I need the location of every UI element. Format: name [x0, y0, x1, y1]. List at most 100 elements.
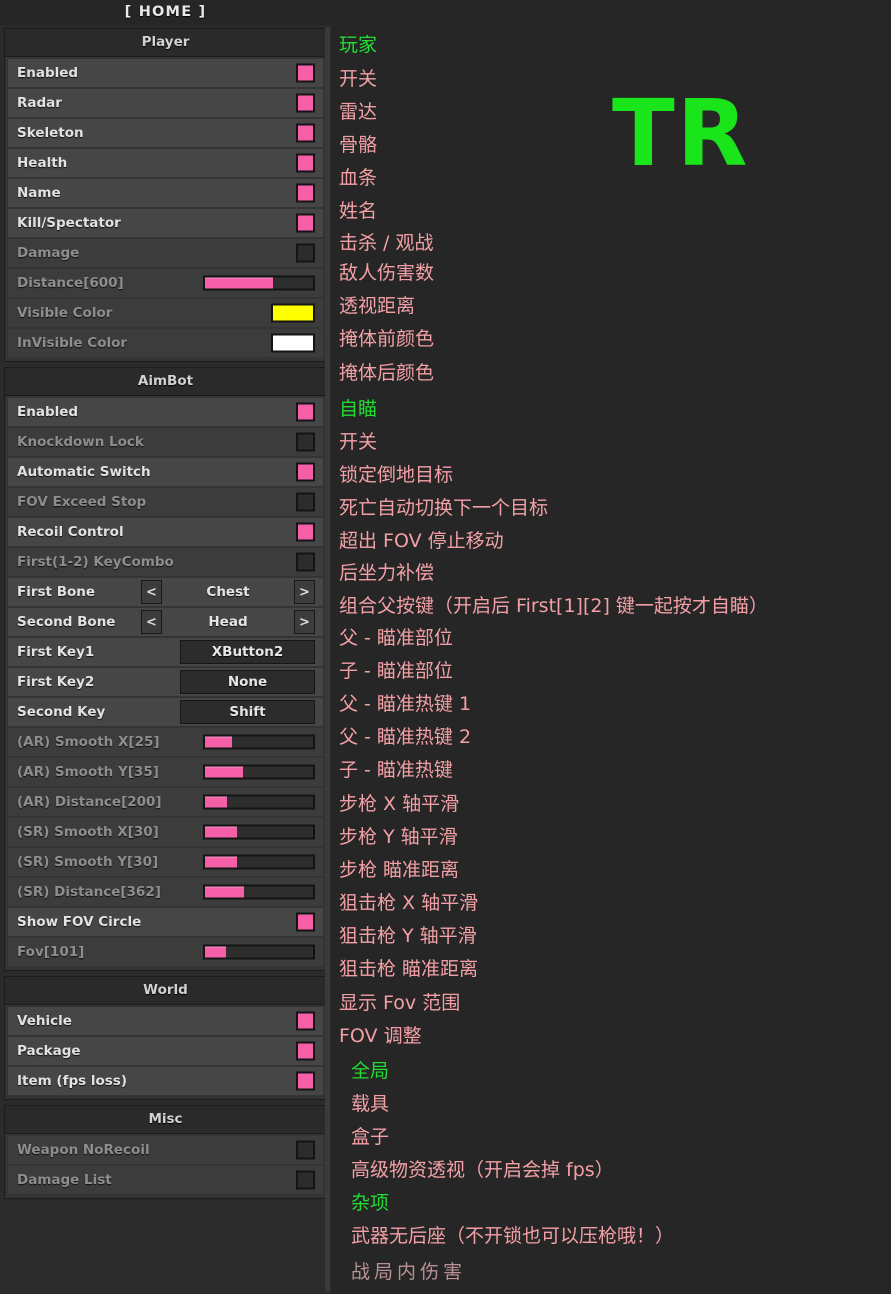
row-label: Package	[17, 1043, 81, 1059]
row-fov-exceed-stop[interactable]: FOV Exceed Stop	[8, 488, 323, 516]
slider-ar-smooth-y-35[interactable]	[203, 764, 315, 780]
checkbox-knockdown-lock[interactable]	[296, 432, 315, 452]
slider-sr-smooth-x-30[interactable]	[203, 824, 315, 840]
checkbox-weapon-norecoil[interactable]	[296, 1140, 315, 1160]
annotation-label: 敌人伤害数	[339, 262, 435, 284]
slider-sr-distance-362[interactable]	[203, 884, 315, 900]
slider-fov-101[interactable]	[203, 944, 315, 960]
checkbox-item-fps-loss[interactable]	[296, 1071, 315, 1091]
row-ar-smooth-y-35[interactable]: (AR) Smooth Y[35]	[8, 758, 323, 786]
row-damage[interactable]: Damage	[8, 239, 323, 267]
keybind-button-second-key[interactable]: Shift	[180, 700, 315, 724]
row-package[interactable]: Package	[8, 1037, 323, 1065]
checkbox-radar[interactable]	[296, 93, 315, 113]
row-sr-smooth-y-30[interactable]: (SR) Smooth Y[30]	[8, 848, 323, 876]
row-item-fps-loss[interactable]: Item (fps loss)	[8, 1067, 323, 1095]
row-radar[interactable]: Radar	[8, 89, 323, 117]
row-ar-distance-200[interactable]: (AR) Distance[200]	[8, 788, 323, 816]
group-header-misc: Misc	[5, 1106, 326, 1134]
group-rows: Weapon NoRecoil Damage List	[5, 1134, 326, 1198]
row-health[interactable]: Health	[8, 149, 323, 177]
checkbox-show-fov-circle[interactable]	[296, 912, 315, 932]
chevron-right-icon[interactable]: >	[294, 610, 315, 634]
row-second-key[interactable]: Second Key Shift	[8, 698, 323, 726]
checkbox-kill-spectator[interactable]	[296, 213, 315, 233]
group-aimbot: AimBot Enabled Knockdown Lock Automatic Swi…	[4, 367, 327, 971]
row-fov-101[interactable]: Fov[101]	[8, 938, 323, 966]
annotation-label: 高级物资透视（开启会掉 fps）	[351, 1159, 614, 1181]
checkbox-enabled[interactable]	[296, 402, 315, 422]
annotation-label: 父 - 瞄准部位	[339, 627, 453, 649]
row-first-bone[interactable]: First Bone < Chest >	[8, 578, 323, 606]
checkbox-name[interactable]	[296, 183, 315, 203]
keybind-button-first-key1[interactable]: XButton2	[180, 640, 315, 664]
row-label: First Key2	[17, 674, 95, 690]
annotation-section-heading: 玩家	[339, 34, 378, 56]
row-label: Recoil Control	[17, 524, 124, 540]
checkbox-damage-list[interactable]	[296, 1170, 315, 1190]
row-label: Item (fps loss)	[17, 1073, 127, 1089]
row-damage-list[interactable]: Damage List	[8, 1166, 323, 1194]
row-enabled[interactable]: Enabled	[8, 398, 323, 426]
checkbox-recoil-control[interactable]	[296, 522, 315, 542]
annotation-section-heading: 杂项	[351, 1192, 390, 1214]
menu-title: [ HOME ]	[0, 0, 331, 25]
row-sr-smooth-x-30[interactable]: (SR) Smooth X[30]	[8, 818, 323, 846]
group-rows: Enabled Radar Skeleton Health Name Kill/Spect…	[5, 57, 326, 361]
row-recoil-control[interactable]: Recoil Control	[8, 518, 323, 546]
row-weapon-norecoil[interactable]: Weapon NoRecoil	[8, 1136, 323, 1164]
row-label: (SR) Smooth Y[30]	[17, 854, 159, 870]
keybind-button-first-key2[interactable]: None	[180, 670, 315, 694]
row-first-1-2-keycombo[interactable]: First(1-2) KeyCombo	[8, 548, 323, 576]
checkbox-fov-exceed-stop[interactable]	[296, 492, 315, 512]
row-first-key1[interactable]: First Key1 XButton2	[8, 638, 323, 666]
row-show-fov-circle[interactable]: Show FOV Circle	[8, 908, 323, 936]
chevron-left-icon[interactable]: <	[141, 610, 162, 634]
color-swatch-visible-color[interactable]	[271, 303, 315, 323]
color-swatch-invisible-color[interactable]	[271, 333, 315, 353]
row-enabled[interactable]: Enabled	[8, 59, 323, 87]
row-visible-color[interactable]: Visible Color	[8, 299, 323, 327]
annotation-label: 姓名	[339, 200, 378, 222]
checkbox-vehicle[interactable]	[296, 1011, 315, 1031]
chevron-right-icon[interactable]: >	[294, 580, 315, 604]
row-knockdown-lock[interactable]: Knockdown Lock	[8, 428, 323, 456]
row-distance-600[interactable]: Distance[600]	[8, 269, 323, 297]
checkbox-skeleton[interactable]	[296, 123, 315, 143]
annotation-label: 载具	[351, 1093, 390, 1115]
annotation-label: 掩体后颜色	[339, 362, 435, 384]
row-label: Show FOV Circle	[17, 914, 142, 930]
row-invisible-color[interactable]: InVisible Color	[8, 329, 323, 357]
row-vehicle[interactable]: Vehicle	[8, 1007, 323, 1035]
chevron-left-icon[interactable]: <	[141, 580, 162, 604]
row-skeleton[interactable]: Skeleton	[8, 119, 323, 147]
slider-fill	[205, 796, 227, 808]
annotation-label: 显示 Fov 范围	[339, 992, 461, 1014]
checkbox-enabled[interactable]	[296, 63, 315, 83]
annotation-label: 父 - 瞄准热键 2	[339, 726, 472, 748]
row-name[interactable]: Name	[8, 179, 323, 207]
group-world: World Vehicle Package Item (fps loss)	[4, 976, 327, 1100]
slider-distance-600[interactable]	[203, 275, 315, 291]
row-first-key2[interactable]: First Key2 None	[8, 668, 323, 696]
row-label: Distance[600]	[17, 275, 124, 291]
annotation-label: 透视距离	[339, 295, 416, 317]
row-ar-smooth-x-25[interactable]: (AR) Smooth X[25]	[8, 728, 323, 756]
row-sr-distance-362[interactable]: (SR) Distance[362]	[8, 878, 323, 906]
slider-ar-smooth-x-25[interactable]	[203, 734, 315, 750]
annotation-label: 子 - 瞄准部位	[339, 660, 453, 682]
spinner-value-second-bone: Head	[208, 614, 248, 630]
checkbox-package[interactable]	[296, 1041, 315, 1061]
row-automatic-switch[interactable]: Automatic Switch	[8, 458, 323, 486]
slider-ar-distance-200[interactable]	[203, 794, 315, 810]
menu-scrollbar[interactable]	[325, 27, 330, 1292]
row-kill-spectator[interactable]: Kill/Spectator	[8, 209, 323, 237]
slider-sr-smooth-y-30[interactable]	[203, 854, 315, 870]
checkbox-automatic-switch[interactable]	[296, 462, 315, 482]
checkbox-damage[interactable]	[296, 243, 315, 263]
row-second-bone[interactable]: Second Bone < Head >	[8, 608, 323, 636]
row-label: Kill/Spectator	[17, 215, 121, 231]
screen: [ HOME ] Player Enabled Radar Skeleton Healt…	[0, 0, 891, 1294]
checkbox-first-1-2-keycombo[interactable]	[296, 552, 315, 572]
checkbox-health[interactable]	[296, 153, 315, 173]
